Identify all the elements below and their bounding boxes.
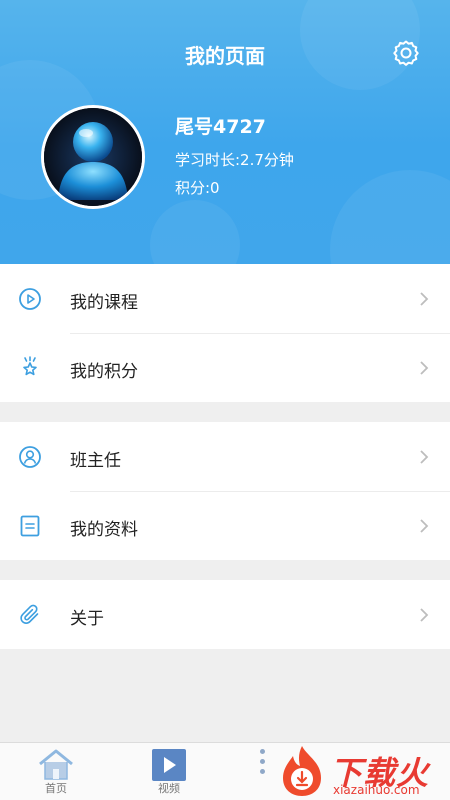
watermark-url: xiazaihuo.com bbox=[333, 783, 420, 797]
paperclip-icon bbox=[20, 604, 39, 624]
document-icon bbox=[20, 515, 40, 537]
chevron-right-icon bbox=[420, 519, 429, 533]
menu-item-head-teacher[interactable]: 班主任 bbox=[0, 422, 450, 491]
gear-icon bbox=[393, 40, 419, 66]
menu-group-learning: 我的课程 我的积分 bbox=[0, 264, 450, 402]
menu-item-my-materials[interactable]: 我的资料 bbox=[0, 491, 450, 560]
menu-label: 关于 bbox=[70, 609, 104, 629]
home-icon bbox=[39, 749, 73, 780]
menu-item-my-points[interactable]: 我的积分 bbox=[0, 333, 450, 402]
tab-home[interactable]: 首页 bbox=[21, 743, 91, 800]
chevron-right-icon bbox=[420, 292, 429, 306]
video-play-icon bbox=[152, 749, 186, 781]
star-award-icon bbox=[23, 356, 37, 376]
chevron-right-icon bbox=[420, 608, 429, 622]
settings-button[interactable] bbox=[391, 38, 421, 68]
avatar[interactable] bbox=[41, 105, 145, 209]
study-time: 学习时长:2.7分钟 bbox=[175, 151, 294, 169]
watermark: 下载火 xiazaihuo.com bbox=[255, 742, 450, 800]
tab-label: 视频 bbox=[158, 782, 180, 795]
menu-label: 我的资料 bbox=[70, 520, 138, 540]
page-title: 我的页面 bbox=[185, 44, 265, 68]
chevron-right-icon bbox=[420, 361, 429, 375]
header-decoration bbox=[150, 200, 240, 264]
chevron-right-icon bbox=[420, 450, 429, 464]
play-circle-icon bbox=[19, 288, 41, 310]
tab-label: 首页 bbox=[45, 782, 67, 795]
menu-label: 班主任 bbox=[70, 451, 121, 471]
username: 尾号4727 bbox=[175, 116, 266, 138]
points: 积分:0 bbox=[175, 179, 220, 197]
menu-group-support: 班主任 我的资料 bbox=[0, 422, 450, 560]
flame-logo-icon bbox=[283, 746, 321, 796]
menu-item-about[interactable]: 关于 bbox=[0, 580, 450, 649]
tab-video[interactable]: 视频 bbox=[134, 743, 204, 800]
menu-label: 我的积分 bbox=[70, 362, 138, 382]
menu-group-about: 关于 bbox=[0, 580, 450, 649]
profile-header: 我的页面 尾号4727 学习时长:2.7分钟 积分:0 bbox=[0, 0, 450, 264]
person-circle-icon bbox=[19, 446, 41, 468]
header-decoration bbox=[330, 170, 450, 264]
menu-item-my-courses[interactable]: 我的课程 bbox=[0, 264, 450, 333]
user-avatar-icon bbox=[44, 108, 142, 206]
menu-label: 我的课程 bbox=[70, 293, 138, 313]
